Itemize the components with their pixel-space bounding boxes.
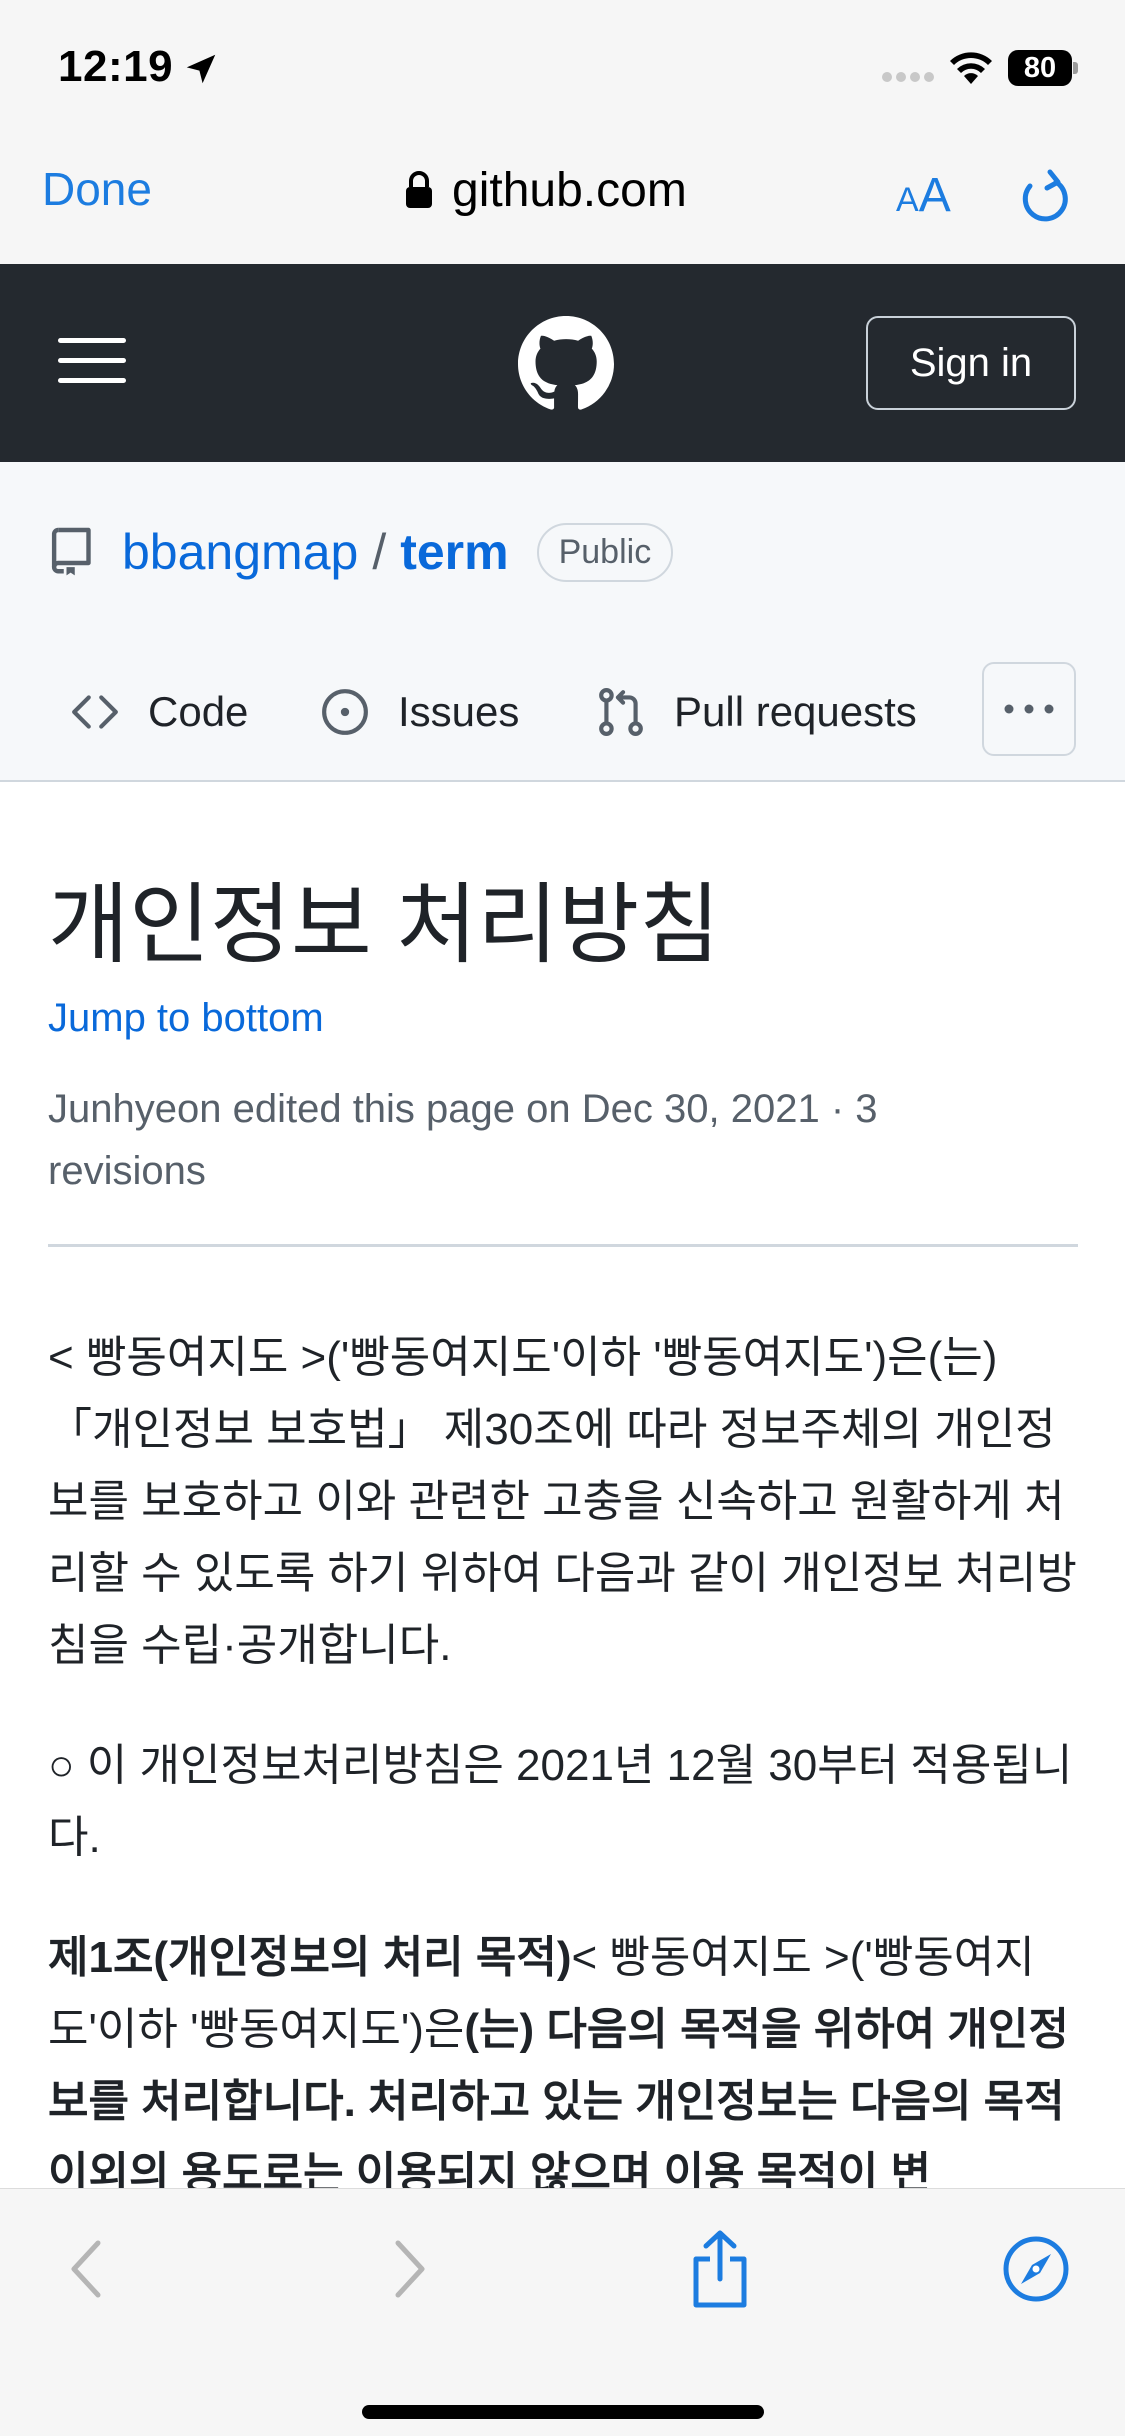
text-size-small-label: A [896,181,919,219]
effective-date-paragraph: ○ 이 개인정보처리방침은 2021년 12월 30부터 적용됩니다. [48,1741,1073,1862]
lock-icon [406,171,432,208]
kebab-horizontal-icon [1004,704,1054,714]
tab-pull-requests[interactable]: Pull requests [596,662,917,762]
repo-separator: / [372,524,387,580]
share-icon [693,2230,747,2308]
hamburger-menu-icon[interactable] [58,338,126,384]
reload-icon[interactable] [1016,168,1072,226]
status-time: 12:19 [58,42,174,91]
page-title: 개인정보 처리방침 [48,875,721,974]
signal-dots-icon [882,72,934,82]
tab-issues-label: Issues [398,688,520,735]
repo-header: bbangmap / term Public Code Issues Pull … [0,462,1125,782]
browser-toolbar: Done github.com AA [0,132,1125,264]
issue-circle-icon [322,689,368,735]
battery-level: 80 [1023,52,1057,84]
forward-button[interactable] [370,2229,450,2309]
text-size-button[interactable]: AA [896,168,951,223]
open-in-safari-button[interactable] [996,2229,1076,2309]
wiki-body: < 빵동여지도 >('빵동여지도'이하 '빵동여지도')은(는) 「개인정보 보… [48,1322,1078,2188]
back-button[interactable] [46,2229,126,2309]
repo-icon [51,527,91,576]
tab-issues[interactable]: Issues [320,662,519,762]
jump-to-bottom-link[interactable]: Jump to bottom [48,996,324,1041]
text-size-large-label: A [918,169,951,222]
visibility-badge: Public [536,522,674,582]
url-text: github.com [452,163,687,217]
tab-code-label: Code [148,688,249,735]
github-logo-icon[interactable] [518,316,614,412]
safari-compass-icon [1003,2236,1069,2302]
article-1-heading: 제1조(개인정보의 처리 목적) [48,1933,572,1982]
article-1-paragraph: 제1조(개인정보의 처리 목적)< 빵동여지도 >('빵동여지도'이하 '빵동여… [48,1922,1078,2188]
wiki-content: 개인정보 처리방침 Jump to bottom Junhyeon edited… [48,782,1078,2188]
forward-icon [395,2240,425,2298]
repo-owner-link[interactable]: bbangmap [122,523,358,581]
done-button[interactable]: Done [42,162,152,216]
url-display[interactable]: github.com [404,160,687,220]
repo-name-link[interactable]: term [400,523,508,581]
status-bar: 12:19 80 [0,0,1125,132]
pull-request-icon [599,688,643,736]
tab-pull-requests-label: Pull requests [674,688,917,735]
back-icon [71,2240,101,2298]
bottom-toolbar [0,2188,1125,2436]
battery-icon: 80 [1008,50,1078,86]
repo-nav: Code Issues Pull requests [0,662,1125,762]
more-tabs-button[interactable] [982,662,1076,756]
tab-code[interactable]: Code [70,662,248,762]
repo-title: bbangmap / term Public [50,512,674,592]
edit-meta: Junhyeon edited this page on Dec 30, 202… [48,1087,878,1193]
divider [48,1244,1078,1247]
code-icon [72,695,118,729]
location-arrow-icon [186,54,216,84]
github-header: Sign in [0,264,1125,462]
sign-in-button[interactable]: Sign in [866,316,1076,410]
intro-paragraph: < 빵동여지도 >('빵동여지도'이하 '빵동여지도')은(는) 「개인정보 보… [48,1333,1077,1670]
share-button[interactable] [680,2229,760,2309]
home-indicator [362,2405,764,2419]
wifi-icon [950,52,992,84]
